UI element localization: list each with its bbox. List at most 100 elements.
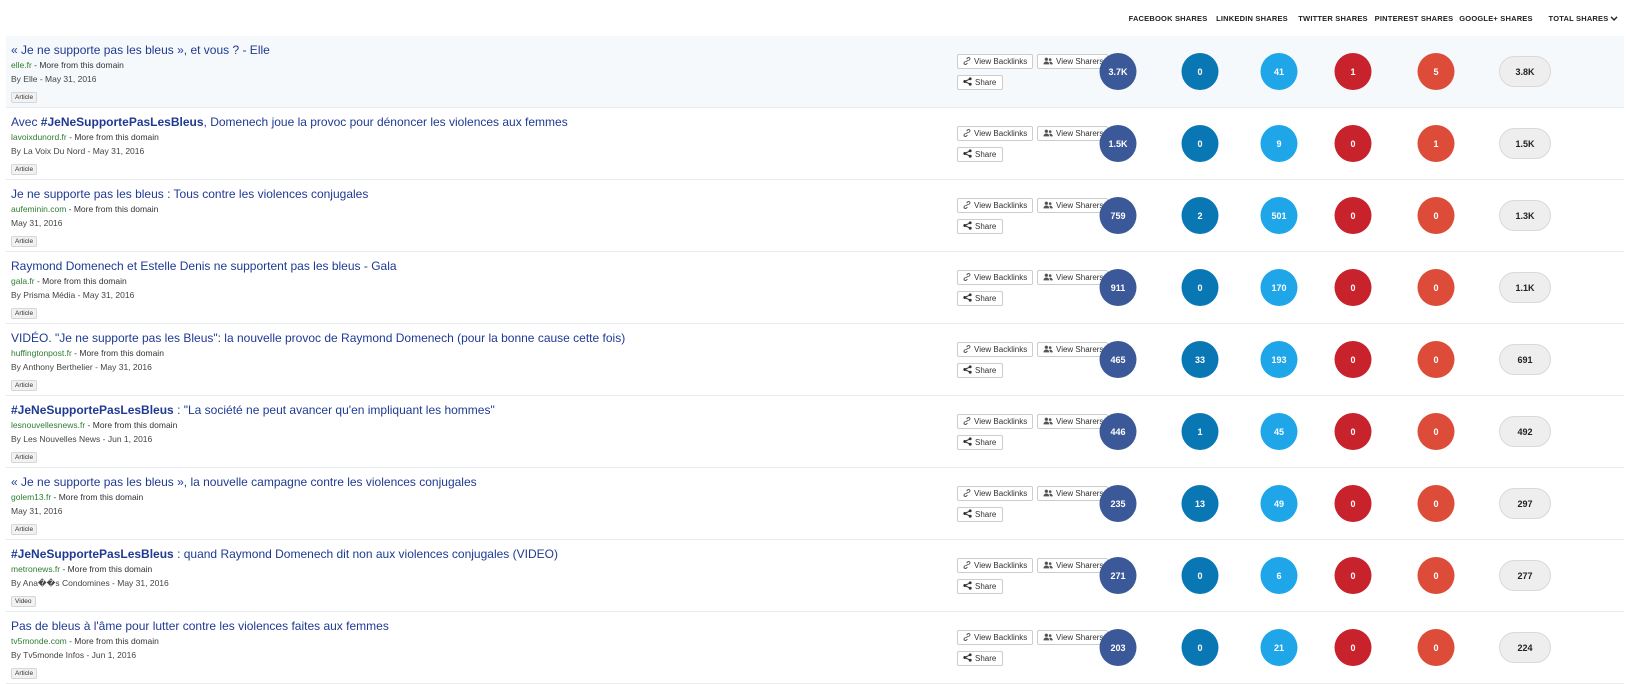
view-sharers-label: View Sharers — [1056, 273, 1104, 282]
author-date: By Elle - May 31, 2016 — [11, 74, 97, 84]
view-backlinks-button[interactable]: View Backlinks — [957, 414, 1033, 429]
domain-link[interactable]: huffingtonpost.fr — [11, 348, 72, 358]
share-button[interactable]: Share — [957, 435, 1003, 450]
author-date: By La Voix Du Nord - May 31, 2016 — [11, 146, 145, 156]
view-backlinks-button[interactable]: View Backlinks — [957, 342, 1033, 357]
table-row: « Je ne supporte pas les bleus », et vou… — [6, 36, 1624, 108]
share-button[interactable]: Share — [957, 147, 1003, 162]
view-backlinks-label: View Backlinks — [974, 129, 1028, 138]
view-backlinks-label: View Backlinks — [974, 417, 1028, 426]
content-type-badge: Article — [11, 668, 38, 679]
link-icon — [963, 272, 971, 283]
col-twitter-shares[interactable]: TWITTER SHARES — [1298, 14, 1367, 23]
article-title-link[interactable]: Je ne supporte pas les bleus : Tous cont… — [11, 186, 911, 202]
col-total-shares[interactable]: TOTAL SHARES — [1549, 14, 1618, 23]
googleplus-shares-count: 0 — [1417, 485, 1455, 522]
users-icon — [1043, 273, 1053, 283]
share-button[interactable]: Share — [957, 579, 1003, 594]
view-backlinks-button[interactable]: View Backlinks — [957, 54, 1033, 69]
table-row: Je ne supporte pas les bleus : Tous cont… — [6, 180, 1624, 252]
view-sharers-button[interactable]: View Sharers — [1037, 486, 1108, 501]
share-label: Share — [975, 366, 997, 375]
article-title-link[interactable]: Avec #JeNeSupportePasLesBleus, Domenech … — [11, 114, 911, 130]
domain-link[interactable]: tv5monde.com — [11, 636, 67, 646]
domain-link[interactable]: golem13.fr — [11, 492, 51, 502]
col-facebook-shares[interactable]: FACEBOOK SHARES — [1129, 14, 1208, 23]
article-info: #JeNeSupportePasLesBleus : "La société n… — [11, 402, 911, 464]
twitter-shares-count: 9 — [1260, 125, 1298, 162]
source-line: huffingtonpost.fr - More from this domai… — [11, 346, 911, 360]
more-from-domain-link[interactable]: - More from this domain — [72, 348, 164, 358]
view-sharers-button[interactable]: View Sharers — [1037, 54, 1108, 69]
view-backlinks-button[interactable]: View Backlinks — [957, 126, 1033, 141]
share-button[interactable]: Share — [957, 507, 1003, 522]
view-backlinks-button[interactable]: View Backlinks — [957, 198, 1033, 213]
users-icon — [1043, 57, 1053, 67]
more-from-domain-link[interactable]: - More from this domain — [51, 492, 144, 502]
col-pinterest-shares[interactable]: PINTEREST SHARES — [1375, 14, 1454, 23]
domain-link[interactable]: aufeminin.com — [11, 204, 66, 214]
twitter-shares-count: 6 — [1260, 557, 1298, 594]
more-from-domain-link[interactable]: - More from this domain — [32, 60, 124, 70]
googleplus-shares-count: 0 — [1417, 413, 1455, 450]
col-googleplus-shares[interactable]: GOOGLE+ SHARES — [1459, 14, 1532, 23]
view-sharers-button[interactable]: View Sharers — [1037, 198, 1108, 213]
users-icon — [1043, 561, 1053, 571]
article-title-link[interactable]: #JeNeSupportePasLesBleus : quand Raymond… — [11, 546, 911, 562]
view-sharers-button[interactable]: View Sharers — [1037, 630, 1108, 645]
domain-link[interactable]: elle.fr — [11, 60, 32, 70]
article-title-link[interactable]: Raymond Domenech et Estelle Denis ne sup… — [11, 258, 911, 274]
view-backlinks-button[interactable]: View Backlinks — [957, 270, 1033, 285]
table-header: FACEBOOK SHARES LINKEDIN SHARES TWITTER … — [0, 0, 1630, 36]
content-type-badge: Article — [11, 380, 38, 391]
view-sharers-button[interactable]: View Sharers — [1037, 342, 1108, 357]
share-button[interactable]: Share — [957, 291, 1003, 306]
pinterest-shares-count: 0 — [1334, 413, 1372, 450]
facebook-shares-count: 235 — [1099, 485, 1137, 522]
domain-link[interactable]: metronews.fr — [11, 564, 60, 574]
view-backlinks-button[interactable]: View Backlinks — [957, 486, 1033, 501]
article-title-link[interactable]: #JeNeSupportePasLesBleus : "La société n… — [11, 402, 911, 418]
domain-link[interactable]: gala.fr — [11, 276, 35, 286]
share-label: Share — [975, 438, 997, 447]
pinterest-shares-count: 0 — [1334, 557, 1372, 594]
view-backlinks-button[interactable]: View Backlinks — [957, 630, 1033, 645]
domain-link[interactable]: lavoixdunord.fr — [11, 132, 67, 142]
view-sharers-label: View Sharers — [1056, 633, 1104, 642]
googleplus-shares-count: 0 — [1417, 269, 1455, 306]
share-button[interactable]: Share — [957, 75, 1003, 90]
col-linkedin-shares[interactable]: LINKEDIN SHARES — [1216, 14, 1288, 23]
pinterest-shares-count: 0 — [1334, 125, 1372, 162]
content-type-badge: Article — [11, 308, 38, 319]
users-icon — [1043, 489, 1053, 499]
view-sharers-button[interactable]: View Sharers — [1037, 270, 1108, 285]
article-title-link[interactable]: « Je ne supporte pas les bleus », et vou… — [11, 42, 911, 58]
view-sharers-label: View Sharers — [1056, 561, 1104, 570]
share-label: Share — [975, 150, 997, 159]
more-from-domain-link[interactable]: - More from this domain — [60, 564, 152, 574]
view-sharers-button[interactable]: View Sharers — [1037, 558, 1108, 573]
more-from-domain-link[interactable]: - More from this domain — [85, 420, 178, 430]
view-backlinks-label: View Backlinks — [974, 633, 1028, 642]
view-sharers-button[interactable]: View Sharers — [1037, 126, 1108, 141]
share-button[interactable]: Share — [957, 651, 1003, 666]
article-title-link[interactable]: VIDÉO. "Je ne supporte pas les Bleus": l… — [11, 330, 911, 346]
view-backlinks-label: View Backlinks — [974, 561, 1028, 570]
domain-link[interactable]: lesnouvellesnews.fr — [11, 420, 85, 430]
article-title-link[interactable]: « Je ne supporte pas les bleus », la nou… — [11, 474, 911, 490]
more-from-domain-link[interactable]: - More from this domain — [66, 204, 159, 214]
share-icon — [963, 437, 972, 448]
more-from-domain-link[interactable]: - More from this domain — [35, 276, 127, 286]
view-sharers-button[interactable]: View Sharers — [1037, 414, 1108, 429]
article-title-link[interactable]: Pas de bleus à l'âme pour lutter contre … — [11, 618, 911, 634]
view-backlinks-button[interactable]: View Backlinks — [957, 558, 1033, 573]
article-info: Pas de bleus à l'âme pour lutter contre … — [11, 618, 911, 680]
more-from-domain-link[interactable]: - More from this domain — [67, 636, 159, 646]
view-sharers-label: View Sharers — [1056, 417, 1104, 426]
share-button[interactable]: Share — [957, 363, 1003, 378]
facebook-shares-count: 465 — [1099, 341, 1137, 378]
share-button[interactable]: Share — [957, 219, 1003, 234]
source-line: elle.fr - More from this domain — [11, 58, 911, 72]
users-icon — [1043, 201, 1053, 211]
more-from-domain-link[interactable]: - More from this domain — [67, 132, 159, 142]
